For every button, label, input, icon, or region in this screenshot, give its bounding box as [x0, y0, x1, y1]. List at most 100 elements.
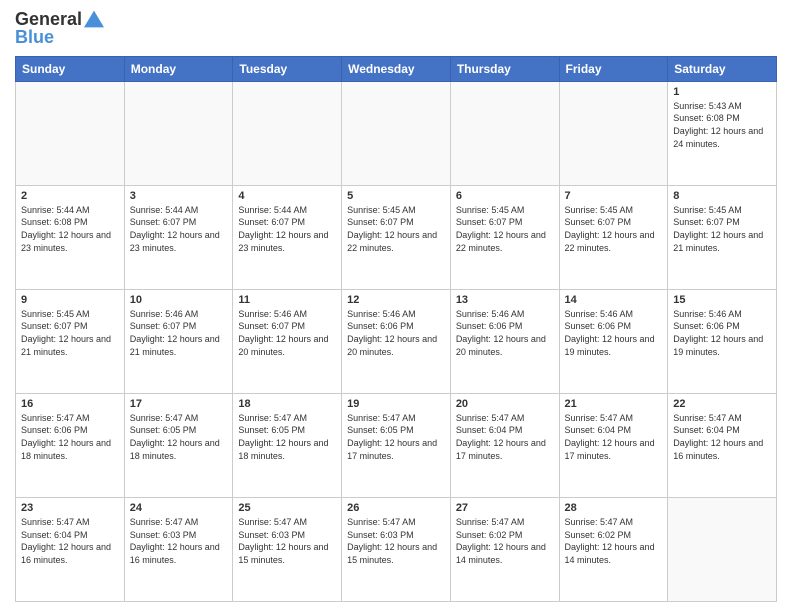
- day-number: 28: [565, 502, 663, 514]
- day-info: Sunrise: 5:45 AMSunset: 6:07 PMDaylight:…: [21, 308, 119, 358]
- day-info: Sunrise: 5:47 AMSunset: 6:03 PMDaylight:…: [347, 516, 445, 566]
- day-info: Sunrise: 5:47 AMSunset: 6:05 PMDaylight:…: [347, 412, 445, 462]
- header: General Blue: [15, 10, 777, 48]
- day-cell: 15 Sunrise: 5:46 AMSunset: 6:06 PMDayligh…: [668, 289, 777, 393]
- week-row-5: 23 Sunrise: 5:47 AMSunset: 6:04 PMDayligh…: [16, 497, 777, 601]
- day-info: Sunrise: 5:46 AMSunset: 6:06 PMDaylight:…: [347, 308, 445, 358]
- day-number: 5: [347, 190, 445, 202]
- calendar-header-row: SundayMondayTuesdayWednesdayThursdayFrid…: [16, 56, 777, 81]
- day-number: 16: [21, 398, 119, 410]
- day-info: Sunrise: 5:46 AMSunset: 6:06 PMDaylight:…: [456, 308, 554, 358]
- day-info: Sunrise: 5:47 AMSunset: 6:02 PMDaylight:…: [456, 516, 554, 566]
- day-number: 13: [456, 294, 554, 306]
- day-number: 25: [238, 502, 336, 514]
- logo-icon: [84, 9, 104, 29]
- day-number: 14: [565, 294, 663, 306]
- day-info: Sunrise: 5:47 AMSunset: 6:05 PMDaylight:…: [130, 412, 228, 462]
- day-header-saturday: Saturday: [668, 56, 777, 81]
- day-info: Sunrise: 5:44 AMSunset: 6:07 PMDaylight:…: [238, 204, 336, 254]
- day-header-friday: Friday: [559, 56, 668, 81]
- day-number: 3: [130, 190, 228, 202]
- day-cell: 4 Sunrise: 5:44 AMSunset: 6:07 PMDaylight…: [233, 185, 342, 289]
- day-cell: 10 Sunrise: 5:46 AMSunset: 6:07 PMDayligh…: [124, 289, 233, 393]
- day-number: 19: [347, 398, 445, 410]
- day-cell: [124, 81, 233, 185]
- day-cell: 26 Sunrise: 5:47 AMSunset: 6:03 PMDayligh…: [342, 497, 451, 601]
- day-cell: 24Sunrise: 5:47 AMSunset: 6:03 PMDayligh…: [124, 497, 233, 601]
- day-info: Sunrise: 5:47 AMSunset: 6:04 PMDaylight:…: [565, 412, 663, 462]
- day-number: 27: [456, 502, 554, 514]
- day-number: 4: [238, 190, 336, 202]
- day-number: 15: [673, 294, 771, 306]
- day-cell: 25 Sunrise: 5:47 AMSunset: 6:03 PMDayligh…: [233, 497, 342, 601]
- day-info: Sunrise: 5:44 AMSunset: 6:07 PMDaylight:…: [130, 204, 228, 254]
- day-cell: 19 Sunrise: 5:47 AMSunset: 6:05 PMDayligh…: [342, 393, 451, 497]
- day-cell: 3 Sunrise: 5:44 AMSunset: 6:07 PMDaylight…: [124, 185, 233, 289]
- day-cell: 6 Sunrise: 5:45 AMSunset: 6:07 PMDaylight…: [450, 185, 559, 289]
- day-info: Sunrise: 5:44 AMSunset: 6:08 PMDaylight:…: [21, 204, 119, 254]
- day-cell: 27 Sunrise: 5:47 AMSunset: 6:02 PMDayligh…: [450, 497, 559, 601]
- day-cell: 9 Sunrise: 5:45 AMSunset: 6:07 PMDaylight…: [16, 289, 125, 393]
- day-cell: 28 Sunrise: 5:47 AMSunset: 6:02 PMDayligh…: [559, 497, 668, 601]
- day-cell: 8 Sunrise: 5:45 AMSunset: 6:07 PMDaylight…: [668, 185, 777, 289]
- day-cell: 21 Sunrise: 5:47 AMSunset: 6:04 PMDayligh…: [559, 393, 668, 497]
- day-number: 8: [673, 190, 771, 202]
- day-cell: 7 Sunrise: 5:45 AMSunset: 6:07 PMDaylight…: [559, 185, 668, 289]
- day-cell: [559, 81, 668, 185]
- day-cell: 1Sunrise: 5:43 AMSunset: 6:08 PMDaylight…: [668, 81, 777, 185]
- day-info: Sunrise: 5:45 AMSunset: 6:07 PMDaylight:…: [565, 204, 663, 254]
- week-row-4: 16 Sunrise: 5:47 AMSunset: 6:06 PMDayligh…: [16, 393, 777, 497]
- day-cell: [450, 81, 559, 185]
- day-number: 23: [21, 502, 119, 514]
- day-cell: [233, 81, 342, 185]
- day-header-wednesday: Wednesday: [342, 56, 451, 81]
- day-info: Sunrise: 5:46 AMSunset: 6:07 PMDaylight:…: [130, 308, 228, 358]
- week-row-3: 9 Sunrise: 5:45 AMSunset: 6:07 PMDaylight…: [16, 289, 777, 393]
- day-cell: 2 Sunrise: 5:44 AMSunset: 6:08 PMDaylight…: [16, 185, 125, 289]
- day-number: 11: [238, 294, 336, 306]
- day-number: 22: [673, 398, 771, 410]
- day-number: 18: [238, 398, 336, 410]
- day-cell: 11Sunrise: 5:46 AMSunset: 6:07 PMDayligh…: [233, 289, 342, 393]
- day-cell: 17Sunrise: 5:47 AMSunset: 6:05 PMDayligh…: [124, 393, 233, 497]
- day-number: 12: [347, 294, 445, 306]
- day-number: 10: [130, 294, 228, 306]
- day-cell: 13 Sunrise: 5:46 AMSunset: 6:06 PMDayligh…: [450, 289, 559, 393]
- day-number: 21: [565, 398, 663, 410]
- day-number: 24: [130, 502, 228, 514]
- day-cell: 18 Sunrise: 5:47 AMSunset: 6:05 PMDayligh…: [233, 393, 342, 497]
- calendar-table: SundayMondayTuesdayWednesdayThursdayFrid…: [15, 56, 777, 602]
- day-info: Sunrise: 5:47 AMSunset: 6:04 PMDaylight:…: [21, 516, 119, 566]
- day-info: Sunrise: 5:45 AMSunset: 6:07 PMDaylight:…: [347, 204, 445, 254]
- day-number: 7: [565, 190, 663, 202]
- day-header-monday: Monday: [124, 56, 233, 81]
- day-cell: 12 Sunrise: 5:46 AMSunset: 6:06 PMDayligh…: [342, 289, 451, 393]
- logo: General Blue: [15, 10, 104, 48]
- day-number: 20: [456, 398, 554, 410]
- day-info: Sunrise: 5:46 AMSunset: 6:06 PMDaylight:…: [565, 308, 663, 358]
- day-info: Sunrise: 5:47 AMSunset: 6:04 PMDaylight:…: [456, 412, 554, 462]
- day-info: Sunrise: 5:45 AMSunset: 6:07 PMDaylight:…: [673, 204, 771, 254]
- day-number: 26: [347, 502, 445, 514]
- day-cell: 14 Sunrise: 5:46 AMSunset: 6:06 PMDayligh…: [559, 289, 668, 393]
- day-info: Sunrise: 5:47 AMSunset: 6:04 PMDaylight:…: [673, 412, 771, 462]
- day-number: 2: [21, 190, 119, 202]
- day-info: Sunrise: 5:43 AMSunset: 6:08 PMDaylight:…: [673, 100, 771, 150]
- day-info: Sunrise: 5:47 AMSunset: 6:05 PMDaylight:…: [238, 412, 336, 462]
- day-info: Sunrise: 5:47 AMSunset: 6:06 PMDaylight:…: [21, 412, 119, 462]
- day-info: Sunrise: 5:47 AMSunset: 6:03 PMDaylight:…: [238, 516, 336, 566]
- day-info: Sunrise: 5:46 AMSunset: 6:06 PMDaylight:…: [673, 308, 771, 358]
- day-cell: 5 Sunrise: 5:45 AMSunset: 6:07 PMDaylight…: [342, 185, 451, 289]
- day-header-thursday: Thursday: [450, 56, 559, 81]
- day-cell: 22 Sunrise: 5:47 AMSunset: 6:04 PMDayligh…: [668, 393, 777, 497]
- calendar-page: General Blue SundayMondayTuesdayWednesda…: [0, 0, 792, 612]
- day-number: 9: [21, 294, 119, 306]
- week-row-1: 1Sunrise: 5:43 AMSunset: 6:08 PMDaylight…: [16, 81, 777, 185]
- day-number: 6: [456, 190, 554, 202]
- day-cell: 23 Sunrise: 5:47 AMSunset: 6:04 PMDayligh…: [16, 497, 125, 601]
- day-cell: [16, 81, 125, 185]
- day-info: Sunrise: 5:45 AMSunset: 6:07 PMDaylight:…: [456, 204, 554, 254]
- day-header-sunday: Sunday: [16, 56, 125, 81]
- day-info: Sunrise: 5:47 AMSunset: 6:02 PMDaylight:…: [565, 516, 663, 566]
- day-cell: 16 Sunrise: 5:47 AMSunset: 6:06 PMDayligh…: [16, 393, 125, 497]
